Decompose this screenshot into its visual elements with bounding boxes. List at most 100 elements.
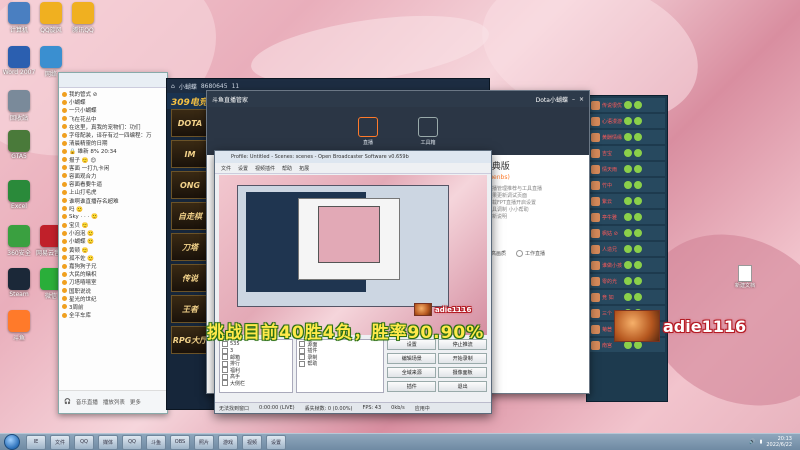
close-icon[interactable]: × (579, 96, 584, 103)
taskbar-app-icon[interactable]: 设置 (266, 434, 286, 450)
checkbox-icon[interactable] (222, 347, 228, 354)
obs-button[interactable]: 退出 (438, 381, 487, 392)
clock[interactable]: 20:13 2022/6/22 (766, 436, 792, 448)
obs-sources-list[interactable]: 源面 插件 录制 帮助 (296, 339, 385, 393)
obs-window[interactable]: Profile: Untitled - Scenes: scenes - Ope… (214, 150, 492, 414)
friend-row[interactable]: 情天雨 (589, 162, 665, 176)
friend-row[interactable]: 谁做小孩 (589, 258, 665, 272)
list-item[interactable]: 🔒 雄新 8% 20:34 (62, 147, 164, 155)
friend-row[interactable]: 人造兄 (589, 242, 665, 256)
friend-row[interactable]: 竞 如 (589, 290, 665, 304)
friend-row[interactable]: 黄酬情缘 (589, 130, 665, 144)
menu-item[interactable]: 设置 (238, 165, 248, 172)
list-item[interactable]: 吗 🙂 (62, 205, 164, 213)
checkbox-icon[interactable] (222, 380, 228, 387)
checkbox-icon[interactable] (222, 367, 228, 374)
list-item[interactable]: 大民的赌枳 (62, 270, 164, 278)
tab-live[interactable]: 直播 (358, 116, 378, 146)
obs-scenes-list[interactable]: 535 3 邮箱 排行 福利 高手 大侧栏 (219, 339, 294, 393)
taskbar-app-icon[interactable]: 媒体 (98, 434, 118, 450)
desktop-icon[interactable]: GTA5 (2, 130, 36, 160)
menu-item[interactable]: 帮助 (282, 165, 292, 172)
playlist-label[interactable]: 播放列表 (103, 398, 125, 406)
list-item[interactable]: 国职说说 (62, 287, 164, 295)
game-tile[interactable]: 自走棋 (171, 202, 209, 230)
desktop-icon[interactable]: 计算机 (2, 2, 36, 34)
checkbox-icon[interactable] (299, 360, 306, 367)
list-item[interactable]: 客面 一打九卡闲 (62, 164, 164, 172)
douyu-titlebar[interactable]: 斗鱼直播管家 Dota小蝴蝶 – × (207, 91, 589, 107)
list-item[interactable]: 一只小蝴蝶 (62, 106, 164, 114)
checkbox-icon[interactable] (299, 354, 306, 361)
list-item[interactable]: 嘉狗狗子兄 (62, 262, 164, 270)
headphones-icon[interactable]: 🎧 (64, 399, 71, 405)
checkbox-icon[interactable] (222, 373, 228, 380)
desktop-icon[interactable]: Excel (2, 180, 36, 210)
source-item[interactable]: 帮助 (299, 360, 381, 367)
obs-button[interactable]: 插件 (387, 381, 437, 392)
game-tile[interactable]: 王者 (171, 295, 209, 323)
menu-item[interactable]: 文件 (221, 165, 231, 172)
more-label[interactable]: 更多 (130, 398, 141, 406)
game-tile[interactable]: IM (171, 140, 209, 168)
list-item[interactable]: 小泡泡 🙂 (62, 229, 164, 237)
taskbar-app-icon[interactable]: QQ (122, 434, 142, 450)
list-item[interactable]: 报子 🙂 😊 (62, 156, 164, 164)
menu-item[interactable]: 视频插件 (255, 165, 275, 172)
friend-row[interactable]: 传说很优 ⊘ (589, 98, 665, 112)
friend-row[interactable]: 紫云 (589, 194, 665, 208)
list-item[interactable]: 飞在花丛中 (62, 115, 164, 123)
list-item[interactable]: 我的管式 ⊘ (62, 90, 164, 98)
obs-button[interactable]: 开始录制 (438, 353, 487, 364)
home-icon[interactable]: ⌂ (171, 83, 175, 90)
list-item[interactable]: 孤不佐 🙂 (62, 254, 164, 262)
qq-window-titlebar[interactable] (59, 73, 167, 88)
game-tile[interactable]: 传说 (171, 264, 209, 292)
game-tile[interactable]: DOTA (171, 109, 209, 137)
list-item[interactable]: 黄顿 🙂 (62, 246, 164, 254)
obs-button[interactable]: 全域来源 (387, 367, 437, 378)
checkbox-icon[interactable] (222, 360, 228, 367)
tab-toolbox[interactable]: 工具箱 (418, 116, 438, 146)
taskbar-app-icon[interactable]: IE (26, 434, 46, 450)
desktop-icon[interactable]: Word 2007 (2, 46, 36, 76)
friend-row[interactable]: 吉宝 (589, 146, 665, 160)
desktop-icon[interactable]: QQ旋风 (34, 2, 68, 34)
game-tile[interactable]: RPG大厅 (171, 326, 209, 354)
taskbar-app-icon[interactable]: OBS (170, 434, 190, 450)
list-item[interactable]: 字母配装，译存有过一四编程：万 (62, 131, 164, 139)
list-item[interactable]: 谁啊谁直播存名超难 (62, 196, 164, 205)
game-tile[interactable]: 刀塔 (171, 233, 209, 261)
radio-work-live[interactable]: 工作直播 (516, 250, 545, 257)
checkbox-icon[interactable] (299, 347, 306, 354)
list-item[interactable]: 小蝴蝶 🙂 (62, 237, 164, 245)
network-icon[interactable]: ▮ (760, 439, 763, 445)
list-item[interactable]: 在这里，真我的宠物们：功们 (62, 123, 164, 131)
checkbox-icon[interactable] (222, 354, 228, 361)
friend-row[interactable]: 枫姑 ⊘ (589, 226, 665, 240)
desktop-icon[interactable]: 回收站 (2, 90, 36, 122)
desktop-icon[interactable]: 360安全 (2, 225, 36, 257)
list-item[interactable]: 容面看要牛逼 (62, 180, 164, 188)
friend-row[interactable]: 亭牛雅 (589, 210, 665, 224)
taskbar-app-icon[interactable]: 视频 (242, 434, 262, 450)
menu-item[interactable]: 拓展 (299, 165, 309, 172)
taskbar-app-icon[interactable]: 文件 (50, 434, 70, 450)
list-item[interactable]: 刀塔嘻嘻室 (62, 278, 164, 286)
list-item[interactable]: 星光的世纪 (62, 295, 164, 303)
list-item[interactable]: 小蝴蝶 (62, 98, 164, 106)
taskbar-app-icon[interactable]: 照片 (194, 434, 214, 450)
friend-row[interactable]: 心语漫游 (589, 114, 665, 128)
friend-row[interactable]: 零的光 (589, 274, 665, 288)
obs-button[interactable]: 编辑场景 (387, 353, 437, 364)
desktop-icon[interactable]: 斗鱼 (2, 310, 36, 342)
game-tile[interactable]: ONG (171, 171, 209, 199)
list-item[interactable]: 宝贝 🙂 (62, 221, 164, 229)
volume-icon[interactable]: 🔊 (749, 439, 755, 445)
taskbar-app-icon[interactable]: QQ (74, 434, 94, 450)
list-item[interactable]: 3周前 (62, 303, 164, 311)
desktop-icon[interactable]: Steam (2, 268, 36, 298)
list-item[interactable]: 上山打毛虎 (62, 188, 164, 196)
qq-group-window[interactable]: 我的管式 ⊘ 小蝴蝶 一只小蝴蝶 飞在花丛中 在这里，真我的宠物们：功们 字母配装，译存有… (58, 72, 168, 414)
music-live-label[interactable]: 音乐直播 (76, 398, 98, 406)
